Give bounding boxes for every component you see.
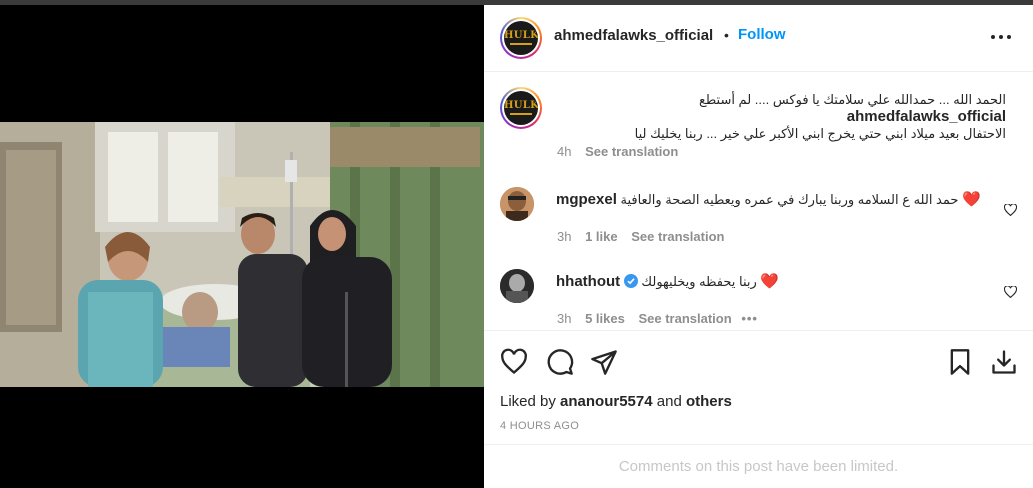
caption-meta: 4h See translation — [557, 144, 678, 159]
comment-body: mgpexel حمد الله ع السلامه وربنا يبارك ف… — [556, 191, 996, 209]
comment-text: حمد الله ع السلامه وربنا يبارك في عمره و… — [620, 192, 959, 207]
share-icon[interactable] — [590, 348, 618, 376]
comment-meta: 3h 5 likes See translation ••• — [557, 311, 758, 326]
action-bar — [484, 332, 1033, 392]
caption-item: HULK الحمد الله ... حمدالله علي سلامتك ي… — [484, 73, 1033, 173]
post-photo[interactable] — [0, 122, 484, 387]
post-header: HULK ahmedfalawks_official • Follow — [484, 5, 1033, 72]
likes-user-link[interactable]: ananour5574 — [560, 393, 653, 410]
comment-age: 3h — [557, 229, 572, 244]
post-panel: HULK ahmedfalawks_official • Follow HULK… — [484, 5, 1033, 488]
likes-middle: and — [656, 393, 682, 410]
comment-likes[interactable]: 1 like — [585, 229, 618, 244]
comment-meta: 3h 1 like See translation — [557, 229, 724, 244]
comment-body: hhathout ربنا يحفظه ويخليهولك ❤️ — [556, 273, 996, 291]
caption-avatar-logo-text: HULK — [504, 100, 538, 111]
comment-username[interactable]: mgpexel — [556, 191, 617, 208]
caption-username[interactable]: ahmedfalawks_official — [847, 108, 1006, 125]
likes-summary: Liked by ananour5574 and others — [500, 393, 732, 410]
post-media — [0, 5, 484, 488]
like-icon[interactable] — [500, 348, 528, 376]
follow-button[interactable]: Follow — [738, 26, 786, 43]
caption-line-2: الاحتفال بعيد ميلاد ابني حتي يخرج ابني ا… — [634, 126, 1006, 141]
more-options-icon[interactable] — [991, 27, 1015, 47]
commenter-avatar[interactable] — [500, 187, 534, 221]
comments-section: HULK الحمد الله ... حمدالله علي سلامتك ي… — [484, 73, 1033, 331]
post-timestamp: 4 HOURS AGO — [500, 420, 580, 432]
header-separator: • — [724, 27, 729, 43]
comment-text: ربنا يحفظه ويخليهولك — [641, 274, 757, 289]
comment-icon[interactable] — [546, 348, 574, 376]
verified-badge-icon — [623, 274, 638, 288]
heart-emoji: ❤️ — [962, 191, 981, 208]
comment-see-translation[interactable]: See translation — [638, 311, 731, 326]
comment-item: hhathout ربنا يحفظه ويخليهولك ❤️ 3h 5 li… — [484, 259, 1033, 329]
comment-username[interactable]: hhathout — [556, 273, 620, 290]
avatar-logo-text: HULK — [504, 30, 538, 41]
commenter-avatar[interactable] — [500, 269, 534, 303]
likes-others-link[interactable]: others — [686, 393, 732, 410]
caption-see-translation[interactable]: See translation — [585, 144, 678, 159]
caption-avatar[interactable]: HULK — [500, 87, 542, 129]
comment-likes[interactable]: 5 likes — [585, 311, 625, 326]
heart-emoji: ❤️ — [760, 273, 780, 290]
author-username[interactable]: ahmedfalawks_official — [554, 27, 713, 44]
comment-like-icon[interactable] — [1003, 285, 1018, 299]
likes-prefix: Liked by — [500, 393, 556, 410]
author-avatar[interactable]: HULK — [500, 17, 542, 59]
caption-age: 4h — [557, 144, 572, 159]
download-icon[interactable] — [990, 348, 1018, 376]
caption-text: الحمد الله ... حمدالله علي سلامتك يا فوك… — [556, 91, 1006, 142]
caption-line-1: الحمد الله ... حمدالله علي سلامتك يا فوك… — [698, 92, 1006, 107]
comment-like-icon[interactable] — [1003, 203, 1018, 217]
comment-see-translation[interactable]: See translation — [631, 229, 724, 244]
comment-more-icon[interactable]: ••• — [741, 311, 758, 326]
comment-item: mgpexel حمد الله ع السلامه وربنا يبارك ف… — [484, 177, 1033, 247]
save-icon[interactable] — [946, 348, 974, 376]
comment-age: 3h — [557, 311, 572, 326]
comments-limited-notice: Comments on this post have been limited. — [484, 444, 1033, 488]
